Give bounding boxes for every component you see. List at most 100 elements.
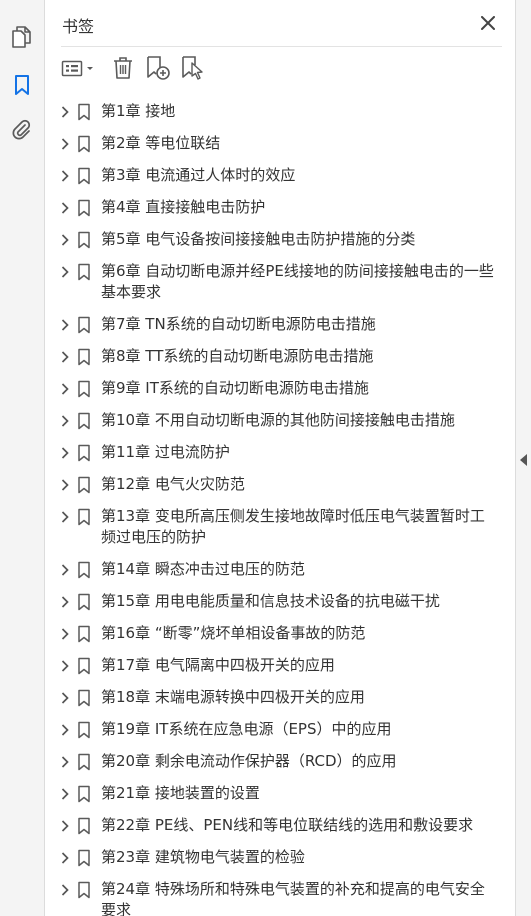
expand-chevron-icon[interactable] xyxy=(58,510,72,524)
bookmark-icon xyxy=(78,135,90,153)
bookmark-label: 第4章 直接接触电击防护 xyxy=(101,198,266,216)
expand-chevron-icon[interactable] xyxy=(58,627,72,641)
bookmark-item[interactable]: 第5章 电气设备按间接接触电击防护措施的分类 xyxy=(45,224,497,256)
bookmark-icon xyxy=(78,785,90,803)
bookmark-icon xyxy=(78,508,90,526)
expand-chevron-icon[interactable] xyxy=(58,723,72,737)
bookmark-label: 第1章 接地 xyxy=(101,102,176,120)
expand-chevron-icon[interactable] xyxy=(58,787,72,801)
pages-button[interactable] xyxy=(0,19,44,55)
expand-chevron-icon[interactable] xyxy=(58,819,72,833)
bookmark-label: 第6章 自动切断电源并经PE线接地的防间接接触电击的一些基本要求 xyxy=(101,262,494,301)
panel-title: 书签 xyxy=(62,17,95,36)
bookmark-icon xyxy=(78,657,90,675)
bookmark-label: 第14章 瞬态冲击过电压的防范 xyxy=(101,560,305,578)
bookmark-label: 第23章 建筑物电气装置的检验 xyxy=(101,848,305,866)
bookmark-item[interactable]: 第15章 用电电能质量和信息技术设备的抗电磁干扰 xyxy=(45,586,497,618)
collapse-arrow-icon xyxy=(520,454,527,466)
bookmarks-panel: 书签 第1章 接地 第2章 等电位联结 第3章 电流通过人体时的效应 第4章 直… xyxy=(45,0,515,916)
bookmark-icon xyxy=(78,817,90,835)
new-bookmark-button[interactable] xyxy=(144,55,172,81)
expand-chevron-icon[interactable] xyxy=(58,201,72,215)
close-panel-button[interactable] xyxy=(478,13,498,33)
bookmark-icon xyxy=(78,167,90,185)
bookmark-item[interactable]: 第13章 变电所高压侧发生接地故障时低压电气装置暂时工频过电压的防护 xyxy=(45,501,497,554)
bookmark-item[interactable]: 第23章 建筑物电气装置的检验 xyxy=(45,842,497,874)
attachment-icon xyxy=(12,119,31,140)
bookmark-item[interactable]: 第19章 IT系统在应急电源（EPS）中的应用 xyxy=(45,714,497,746)
delete-bookmark-button[interactable] xyxy=(111,55,135,81)
bookmark-icon xyxy=(78,881,90,899)
bookmark-label: 第12章 电气火灾防范 xyxy=(101,475,245,493)
expand-chevron-icon[interactable] xyxy=(58,883,72,897)
expand-chevron-icon[interactable] xyxy=(58,446,72,460)
bookmark-list-viewport[interactable]: 目录第1章 接地第2章 等电位联结第3章 电流通过人体时的效应第4章 直接接触电… xyxy=(45,89,497,916)
bookmark-item[interactable]: 目录 xyxy=(45,89,497,96)
bookmark-item[interactable]: 第18章 末端电源转换中四极开关的应用 xyxy=(45,682,497,714)
expand-chevron-icon[interactable] xyxy=(58,105,72,119)
expand-chevron-icon[interactable] xyxy=(58,137,72,151)
bookmark-label: 第21章 接地装置的设置 xyxy=(101,784,260,802)
left-tool-rail xyxy=(0,0,45,916)
bookmark-item[interactable]: 第7章 TN系统的自动切断电源防电击措施 xyxy=(45,309,497,341)
bookmark-label: 第13章 变电所高压侧发生接地故障时低压电气装置暂时工频过电压的防护 xyxy=(101,507,485,546)
expand-chevron-icon[interactable] xyxy=(58,478,72,492)
expand-chevron-icon[interactable] xyxy=(58,659,72,673)
bookmarks-toolbar xyxy=(45,47,515,89)
bookmark-icon xyxy=(78,753,90,771)
expand-chevron-icon[interactable] xyxy=(58,691,72,705)
bookmark-icon xyxy=(78,444,90,462)
bookmark-item[interactable]: 第20章 剩余电流动作保护器（RCD）的应用 xyxy=(45,746,497,778)
bookmark-item[interactable]: 第16章 “断零”烧坏单相设备事故的防范 xyxy=(45,618,497,650)
bookmark-item[interactable]: 第22章 PE线、PEN线和等电位联结线的选用和敷设要求 xyxy=(45,810,497,842)
bookmark-icon xyxy=(78,199,90,217)
expand-chevron-icon[interactable] xyxy=(58,563,72,577)
bookmark-item[interactable]: 第4章 直接接触电击防护 xyxy=(45,192,497,224)
bookmark-icon xyxy=(78,348,90,366)
bookmark-item[interactable]: 第21章 接地装置的设置 xyxy=(45,778,497,810)
options-menu-button[interactable] xyxy=(61,55,97,81)
bookmark-icon xyxy=(78,849,90,867)
expand-chevron-icon[interactable] xyxy=(58,233,72,247)
bookmarks-button[interactable] xyxy=(0,67,44,103)
bookmark-icon xyxy=(78,721,90,739)
bookmark-item[interactable]: 第24章 特殊场所和特殊电气装置的补充和提高的电气安全要求 xyxy=(45,874,497,916)
bookmark-label: 第24章 特殊场所和特殊电气装置的补充和提高的电气安全要求 xyxy=(101,880,485,916)
bookmark-item[interactable]: 第11章 过电流防护 xyxy=(45,437,497,469)
bookmark-label: 第5章 电气设备按间接接触电击防护措施的分类 xyxy=(101,230,416,248)
expand-chevron-icon[interactable] xyxy=(58,414,72,428)
pages-icon xyxy=(12,26,31,48)
bookmark-item[interactable]: 第2章 等电位联结 xyxy=(45,128,497,160)
expand-chevron-icon[interactable] xyxy=(58,755,72,769)
bookmark-item[interactable]: 第3章 电流通过人体时的效应 xyxy=(45,160,497,192)
bookmark-label: 第20章 剩余电流动作保护器（RCD）的应用 xyxy=(101,752,397,770)
bookmark-item[interactable]: 第6章 自动切断电源并经PE线接地的防间接接触电击的一些基本要求 xyxy=(45,256,497,309)
collapse-panel-handle[interactable] xyxy=(519,452,529,468)
expand-chevron-icon[interactable] xyxy=(58,265,72,279)
bookmark-icon xyxy=(78,689,90,707)
bookmark-from-selection-button[interactable] xyxy=(179,55,207,81)
bookmark-label: 第11章 过电流防护 xyxy=(101,443,230,461)
expand-chevron-icon[interactable] xyxy=(58,595,72,609)
bookmark-label: 第15章 用电电能质量和信息技术设备的抗电磁干扰 xyxy=(101,592,440,610)
bookmark-label: 第17章 电气隔离中四极开关的应用 xyxy=(101,656,335,674)
expand-chevron-icon[interactable] xyxy=(58,169,72,183)
bookmark-icon xyxy=(78,263,90,281)
bookmark-label: 第2章 等电位联结 xyxy=(101,134,221,152)
bookmark-item[interactable]: 第12章 电气火灾防范 xyxy=(45,469,497,501)
expand-chevron-icon[interactable] xyxy=(58,318,72,332)
expand-chevron-icon[interactable] xyxy=(58,382,72,396)
bookmark-item[interactable]: 第1章 接地 xyxy=(45,96,497,128)
attachments-button[interactable] xyxy=(0,112,44,148)
bookmark-item[interactable]: 第8章 TT系统的自动切断电源防电击措施 xyxy=(45,341,497,373)
bookmark-label: 第16章 “断零”烧坏单相设备事故的防范 xyxy=(101,624,366,642)
bookmark-item[interactable]: 第17章 电气隔离中四极开关的应用 xyxy=(45,650,497,682)
expand-chevron-icon[interactable] xyxy=(58,851,72,865)
bookmark-item[interactable]: 第14章 瞬态冲击过电压的防范 xyxy=(45,554,497,586)
bookmark-item[interactable]: 第10章 不用自动切断电源的其他防间接接触电击措施 xyxy=(45,405,497,437)
bookmark-item[interactable]: 第9章 IT系统的自动切断电源防电击措施 xyxy=(45,373,497,405)
bookmark-icon xyxy=(78,231,90,249)
bookmark-icon xyxy=(78,561,90,579)
expand-chevron-icon[interactable] xyxy=(58,350,72,364)
bookmark-icon xyxy=(78,476,90,494)
